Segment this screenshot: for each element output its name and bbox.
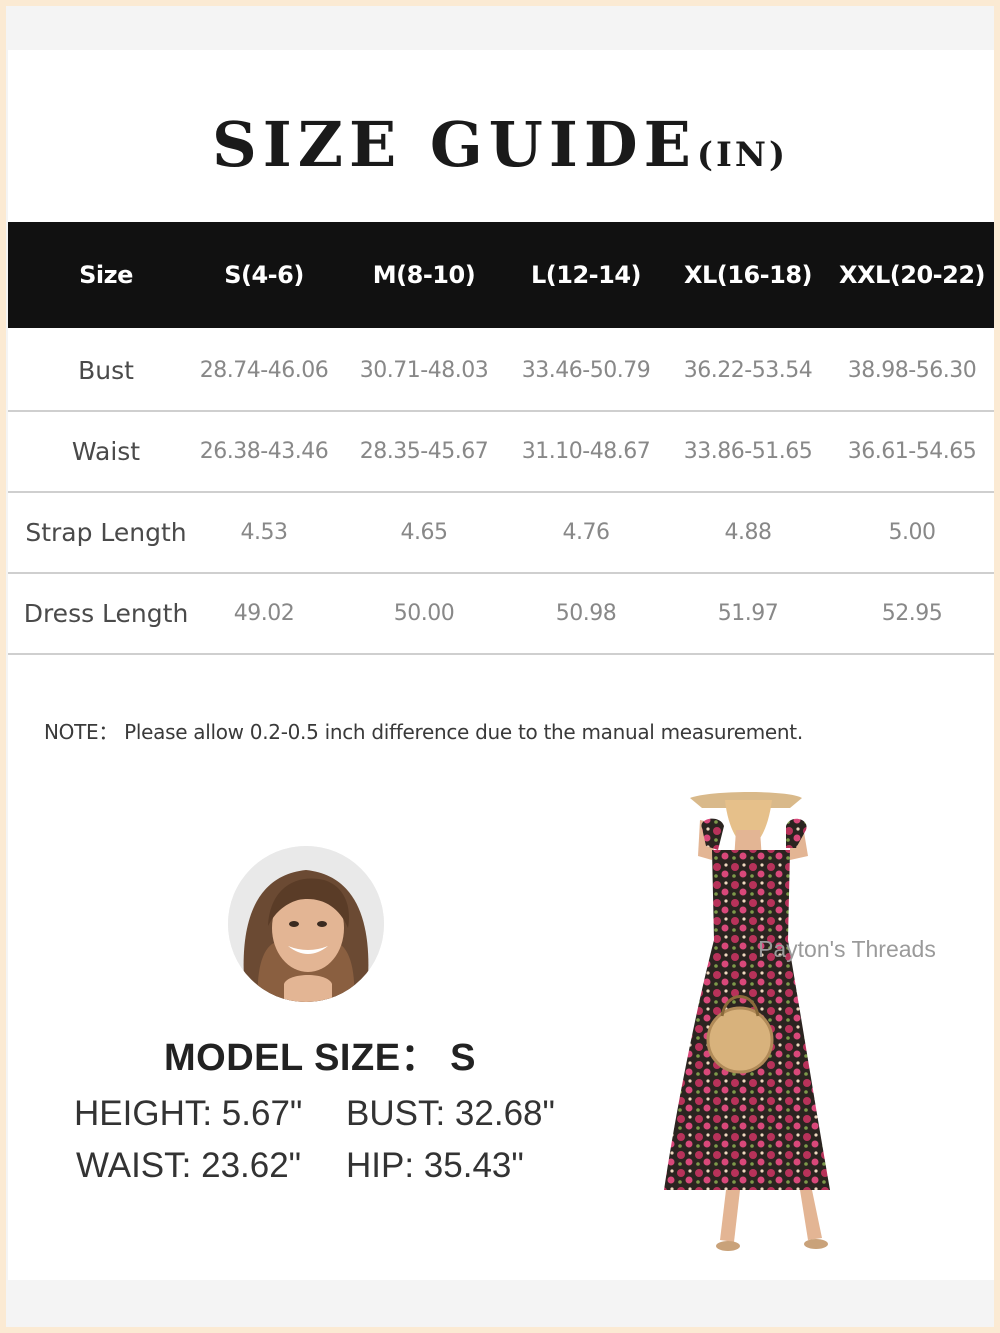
table-cell: 4.88 <box>724 519 772 545</box>
table-cell: 50.00 <box>393 600 455 626</box>
header-s: S(4-6) <box>224 261 304 289</box>
header-size: Size <box>79 261 133 289</box>
model-bust: BUST: 32.68" <box>346 1094 555 1133</box>
table-cell: 51.97 <box>717 600 779 626</box>
model-hip: HIP: 35.43" <box>346 1146 524 1185</box>
table-row-bust: Bust 28.74-46.06 30.71-48.03 33.46-50.79… <box>8 330 994 412</box>
table-cell: 31.10-48.67 <box>521 438 651 464</box>
table-cell: 36.61-54.65 <box>847 438 977 464</box>
dress-model-photo <box>640 790 870 1260</box>
model-size-title: MODEL SIZE： S <box>164 1037 476 1079</box>
row-label: Strap Length <box>25 517 187 547</box>
header-xxl: XXL(20-22) <box>839 261 986 289</box>
table-cell: 33.86-51.65 <box>683 438 813 464</box>
table-row-dress-length: Dress Length 49.02 50.00 50.98 51.97 52.… <box>8 573 994 655</box>
table-cell: 49.02 <box>233 600 295 626</box>
table-row-strap-length: Strap Length 4.53 4.65 4.76 4.88 5.00 <box>8 492 994 574</box>
header-l: L(12-14) <box>531 261 642 289</box>
model-waist: WAIST: 23.62" <box>76 1146 302 1185</box>
size-table-header: Size S(4-6) M(8-10) L(12-14) XL(16-18) X… <box>8 222 994 328</box>
row-label: Bust <box>78 355 134 385</box>
header-m: M(8-10) <box>372 261 476 289</box>
table-cell: 36.22-53.54 <box>683 357 813 383</box>
header-xl: XL(16-18) <box>684 261 813 289</box>
model-avatar <box>228 846 384 1002</box>
shop-watermark: Payton's Threads <box>758 936 936 962</box>
measurement-note: NOTE： Please allow 0.2-0.5 inch differen… <box>44 720 803 744</box>
size-guide-title: SIZE GUIDE(IN) <box>0 108 1000 181</box>
model-height: HEIGHT: 5.67" <box>74 1094 303 1133</box>
table-cell: 33.46-50.79 <box>521 357 651 383</box>
table-cell: 5.00 <box>888 519 936 545</box>
table-cell: 52.95 <box>881 600 943 626</box>
row-label: Dress Length <box>23 598 189 628</box>
table-cell: 4.76 <box>562 519 610 545</box>
table-cell: 4.53 <box>240 519 288 545</box>
table-row-waist: Waist 26.38-43.46 28.35-45.67 31.10-48.6… <box>8 411 994 493</box>
title-main: SIZE GUIDE <box>211 108 697 181</box>
table-cell: 30.71-48.03 <box>359 357 489 383</box>
table-cell: 50.98 <box>555 600 617 626</box>
title-unit: (IN) <box>696 135 789 175</box>
table-cell: 26.38-43.46 <box>199 438 329 464</box>
table-cell: 38.98-56.30 <box>847 357 977 383</box>
table-cell: 28.35-45.67 <box>359 438 489 464</box>
row-label: Waist <box>71 436 141 466</box>
table-cell: 28.74-46.06 <box>199 357 329 383</box>
table-cell: 4.65 <box>400 519 448 545</box>
